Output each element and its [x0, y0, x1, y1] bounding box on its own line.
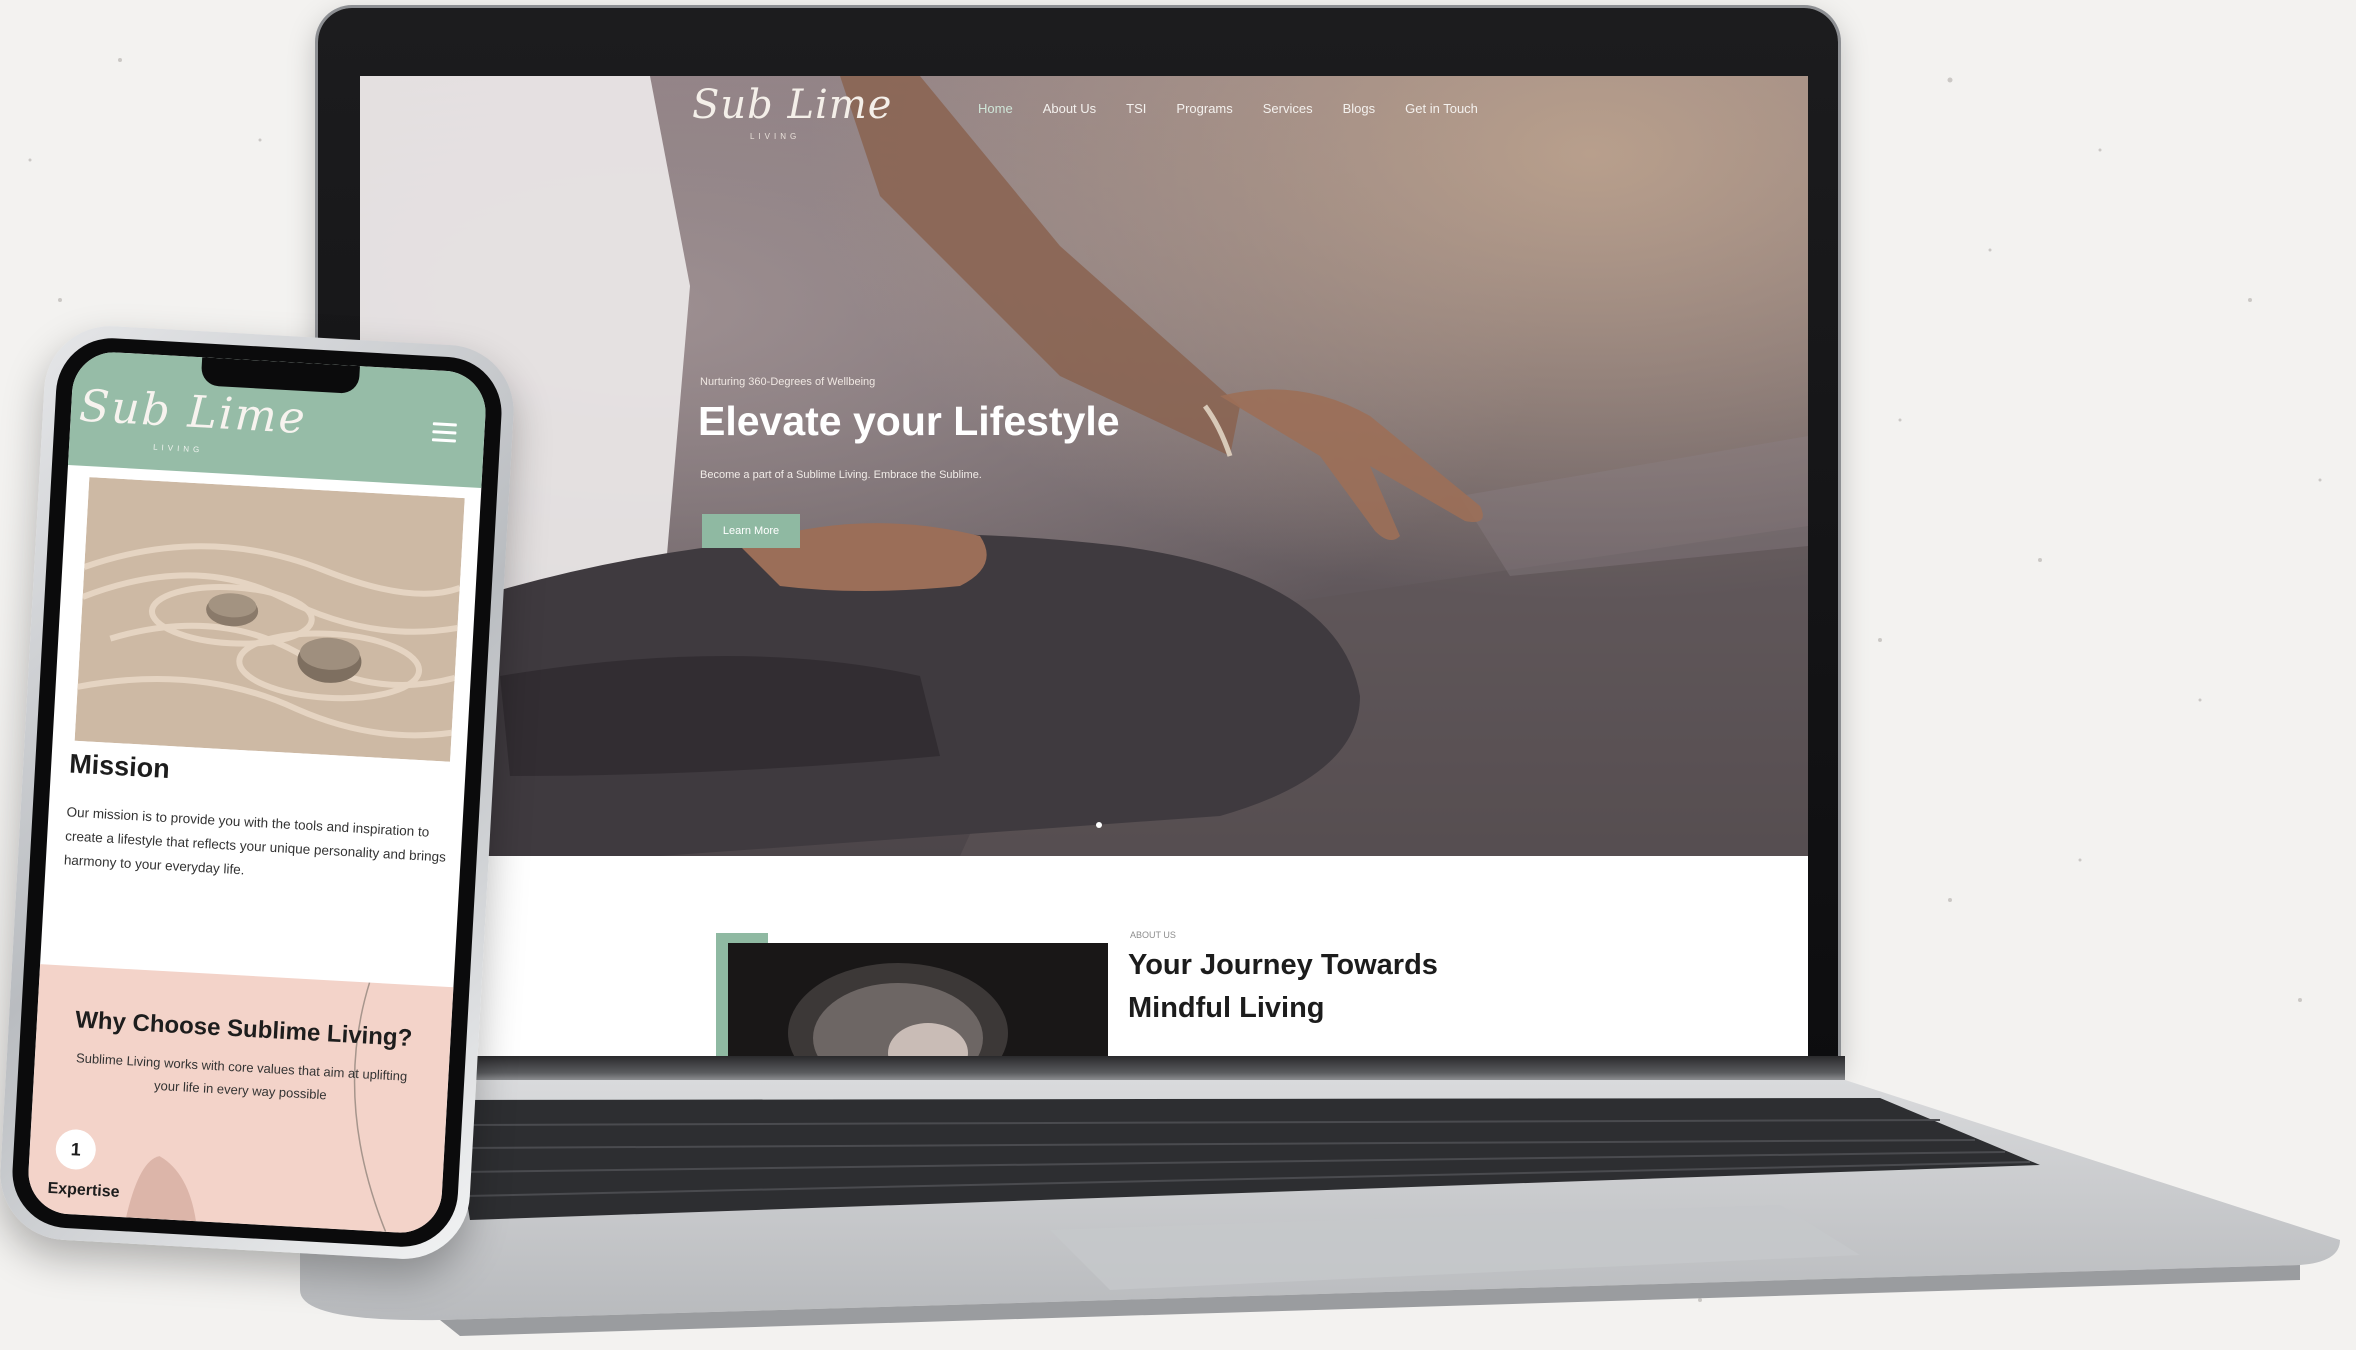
mission-title: Mission	[68, 748, 171, 785]
zen-sand-stones-image	[74, 477, 465, 762]
laptop-screen: Sub Lime LIVING Home About Us TSI Progra…	[360, 76, 1808, 1056]
learn-more-button[interactable]: Learn More	[702, 514, 800, 548]
about-eyebrow: ABOUT US	[1130, 930, 1176, 940]
hero-subtitle: Become a part of a Sublime Living. Embra…	[700, 469, 982, 481]
nav-programs[interactable]: Programs	[1176, 101, 1232, 116]
why-choose-section: Why Choose Sublime Living? Sublime Livin…	[26, 964, 454, 1235]
laptop-hinge	[300, 1056, 1845, 1084]
site-logo-tagline: LIVING	[750, 132, 801, 141]
mobile-logo-tagline: LIVING	[152, 442, 204, 455]
phone-mockup: Sub Lime LIVING Mission Our mission is t…	[0, 322, 518, 1263]
mission-text: Our mission is to provide you with the t…	[63, 804, 447, 878]
nav-services[interactable]: Services	[1263, 101, 1313, 116]
hero-section: Sub Lime LIVING Home About Us TSI Progra…	[360, 76, 1808, 856]
nav-links: Home About Us TSI Programs Services Blog…	[978, 101, 1508, 116]
nav-home[interactable]: Home	[978, 101, 1013, 116]
nav-blogs[interactable]: Blogs	[1343, 101, 1376, 116]
about-section: ABOUT US Your Journey Towards Mindful Li…	[360, 856, 1808, 1056]
phone-screen: Sub Lime LIVING Mission Our mission is t…	[26, 350, 488, 1235]
nav-get-in-touch[interactable]: Get in Touch	[1405, 101, 1478, 116]
nav-tsi[interactable]: TSI	[1126, 101, 1146, 116]
curly-hair-portrait-image	[788, 963, 1008, 1056]
about-portrait-photo	[728, 943, 1108, 1056]
site-logo[interactable]: Sub Lime	[692, 82, 892, 128]
nav-about-us[interactable]: About Us	[1043, 101, 1096, 116]
slider-dot[interactable]	[1096, 822, 1102, 828]
site-navbar: Sub Lime LIVING Home About Us TSI Progra…	[360, 76, 1808, 156]
yoga-meditation-photo	[360, 76, 1808, 856]
hero-eyebrow: Nurturing 360-Degrees of Wellbeing	[700, 376, 876, 388]
mobile-logo[interactable]: Sub Lime	[78, 381, 308, 445]
hero-title: Elevate your Lifestyle	[698, 398, 1120, 444]
hamburger-menu-icon[interactable]	[431, 422, 457, 443]
about-title: Your Journey Towards Mindful Living	[1128, 949, 1438, 1024]
